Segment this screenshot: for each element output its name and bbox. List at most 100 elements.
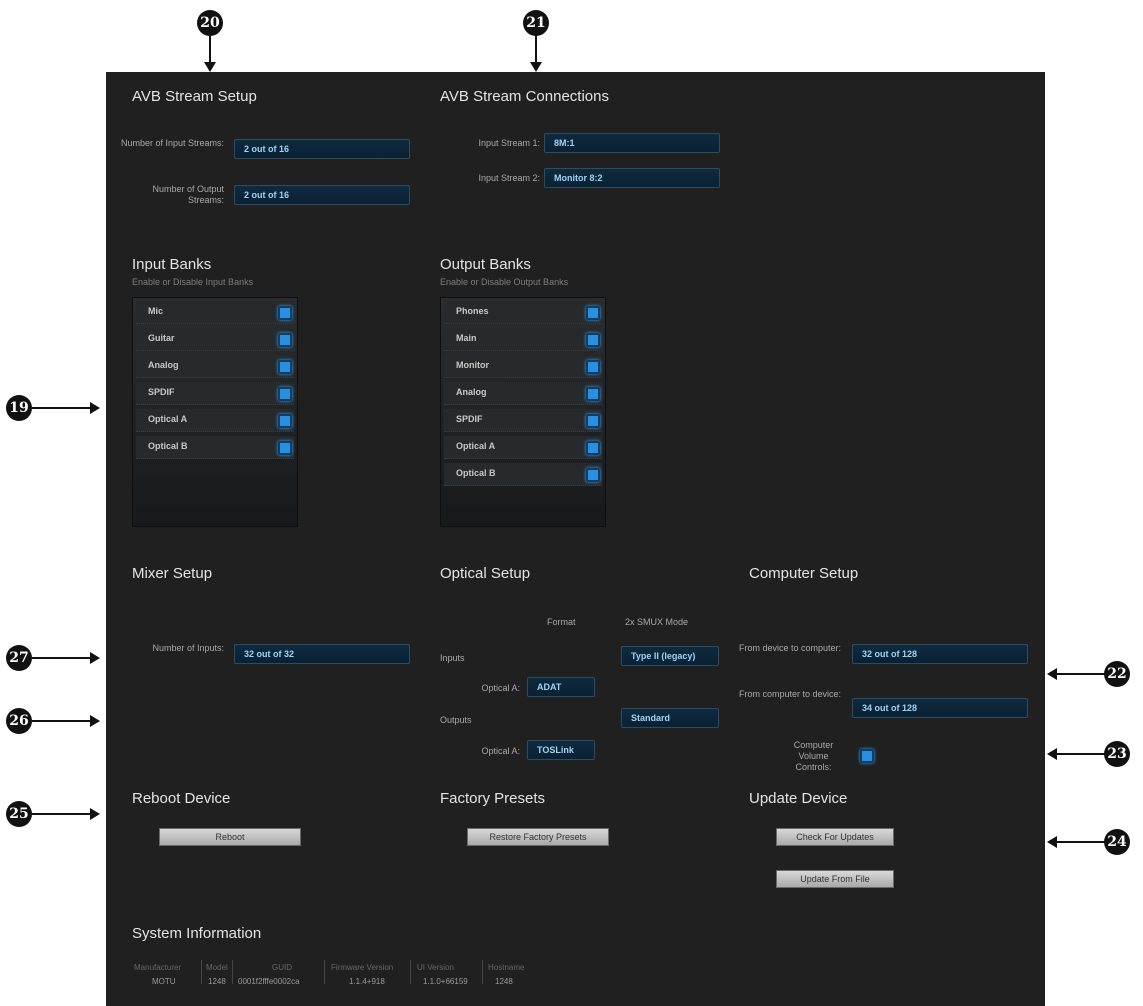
callout-27: 27	[6, 645, 32, 671]
bank-enable-checkbox[interactable]	[278, 360, 292, 374]
bank-label: Guitar	[148, 333, 175, 343]
computer-volume-checkbox[interactable]	[860, 749, 874, 763]
sys-value-hostname: 1248	[495, 977, 513, 986]
input-bank-row[interactable]: Optical B	[136, 436, 294, 459]
bank-enable-checkbox[interactable]	[278, 333, 292, 347]
bank-enable-checkbox[interactable]	[586, 414, 600, 428]
output-optical-a-field[interactable]: TOSLink	[527, 740, 595, 760]
sys-separator	[410, 960, 411, 984]
input-banks-subtitle: Enable or Disable Input Banks	[132, 277, 254, 287]
bank-label: Optical A	[456, 441, 496, 451]
input-optical-a-label: Optical A:	[481, 683, 520, 693]
input-bank-row[interactable]: SPDIF	[136, 382, 294, 405]
computer-to-device-field[interactable]: 34 out of 128	[852, 698, 1028, 718]
sys-header-manufacturer: Manufacturer	[134, 963, 182, 972]
device-to-computer-label: From device to computer:	[738, 643, 841, 653]
output-smux-field[interactable]: Standard	[621, 708, 719, 728]
bank-enable-checkbox[interactable]	[586, 468, 600, 482]
optical-outputs-label: Outputs	[440, 715, 472, 725]
input-bank-row[interactable]: Optical A	[136, 409, 294, 432]
sys-value-firmware: 1.1.4+918	[349, 977, 385, 986]
output-bank-row[interactable]: Phones	[444, 301, 602, 324]
output-bank-row[interactable]: Optical B	[444, 463, 602, 486]
callout-26: 26	[6, 708, 32, 734]
output-bank-row[interactable]: Optical A	[444, 436, 602, 459]
callout-23: 23	[1104, 741, 1130, 767]
callout-20-arrow	[204, 62, 216, 72]
callout-27-arrow	[90, 652, 100, 664]
input-stream-1-field[interactable]: 8M:1	[544, 133, 720, 153]
bank-enable-checkbox[interactable]	[586, 387, 600, 401]
sys-separator	[324, 960, 325, 984]
callout-21-line	[535, 36, 537, 64]
output-bank-row[interactable]: SPDIF	[444, 409, 602, 432]
avb-setup-title: AVB Stream Setup	[132, 88, 257, 105]
bank-enable-checkbox[interactable]	[586, 441, 600, 455]
input-bank-row[interactable]: Analog	[136, 355, 294, 378]
callout-24-line	[1055, 841, 1105, 843]
sys-header-ui-version: UI Version	[417, 963, 454, 972]
bank-enable-checkbox[interactable]	[586, 360, 600, 374]
input-stream-1-label: Input Stream 1:	[478, 138, 540, 148]
check-for-updates-button[interactable]: Check For Updates	[776, 828, 894, 846]
mixer-inputs-field[interactable]: 32 out of 32	[234, 644, 410, 664]
output-bank-row[interactable]: Main	[444, 328, 602, 351]
callout-21: 21	[523, 10, 549, 36]
optical-inputs-label: Inputs	[440, 653, 465, 663]
callout-19: 19	[6, 395, 32, 421]
output-streams-field[interactable]: 2 out of 16	[234, 185, 410, 205]
sys-header-hostname: Hostname	[488, 963, 525, 972]
callout-23-line	[1055, 753, 1105, 755]
bank-label: Optical A	[148, 414, 188, 424]
output-bank-row[interactable]: Monitor	[444, 355, 602, 378]
callout-26-line	[32, 720, 92, 722]
restore-factory-presets-button[interactable]: Restore Factory Presets	[467, 828, 609, 846]
mixer-setup-title: Mixer Setup	[132, 565, 213, 582]
update-device-title: Update Device	[749, 790, 848, 807]
input-smux-field[interactable]: Type II (legacy)	[621, 646, 719, 666]
reboot-button[interactable]: Reboot	[159, 828, 301, 846]
computer-to-device-label: From computer to device:	[738, 689, 841, 699]
input-stream-2-field[interactable]: Monitor 8:2	[544, 168, 720, 188]
callout-26-arrow	[90, 715, 100, 727]
input-bank-row[interactable]: Mic	[136, 301, 294, 324]
update-from-file-button[interactable]: Update From File	[776, 870, 894, 888]
bank-label: Phones	[456, 306, 489, 316]
reboot-title: Reboot Device	[132, 790, 231, 807]
callout-24: 24	[1104, 829, 1130, 855]
sys-header-firmware: Firmware Version	[331, 963, 394, 972]
bank-enable-checkbox[interactable]	[278, 306, 292, 320]
output-bank-row[interactable]: Analog	[444, 382, 602, 405]
callout-20-line	[209, 36, 211, 64]
bank-label: Monitor	[456, 360, 489, 370]
input-stream-2-label: Input Stream 2:	[478, 173, 540, 183]
bank-label: Analog	[456, 387, 487, 397]
output-banks-title: Output Banks	[440, 256, 531, 273]
bank-enable-checkbox[interactable]	[278, 414, 292, 428]
callout-21-arrow	[530, 62, 542, 72]
sys-separator	[482, 960, 483, 984]
output-banks-subtitle: Enable or Disable Output Banks	[440, 277, 569, 287]
avb-connections-title: AVB Stream Connections	[440, 88, 609, 105]
output-optical-a-label: Optical A:	[481, 746, 520, 756]
mixer-inputs-label: Number of Inputs:	[152, 643, 224, 653]
sys-header-guid: GUID	[272, 963, 292, 972]
callout-25-line	[32, 813, 92, 815]
input-streams-field[interactable]: 2 out of 16	[234, 139, 410, 159]
output-banks-list: Phones Main Monitor Analog SPDIF Optical…	[440, 297, 606, 527]
sys-value-guid: 0001f2fffe0002ca	[238, 977, 300, 986]
sys-value-manufacturer: MOTU	[152, 977, 176, 986]
bank-enable-checkbox[interactable]	[278, 387, 292, 401]
bank-enable-checkbox[interactable]	[586, 333, 600, 347]
sys-value-model: 1248	[208, 977, 226, 986]
input-banks-list: Mic Guitar Analog SPDIF Optical A Optica…	[132, 297, 298, 527]
input-optical-a-field[interactable]: ADAT	[527, 677, 595, 697]
callout-22: 22	[1104, 661, 1130, 687]
computer-volume-label: Computer Volume Controls:	[793, 740, 834, 772]
bank-enable-checkbox[interactable]	[278, 441, 292, 455]
device-to-computer-field[interactable]: 32 out of 128	[852, 644, 1028, 664]
bank-label: Mic	[148, 306, 164, 316]
input-bank-row[interactable]: Guitar	[136, 328, 294, 351]
callout-25-arrow	[90, 808, 100, 820]
bank-enable-checkbox[interactable]	[586, 306, 600, 320]
